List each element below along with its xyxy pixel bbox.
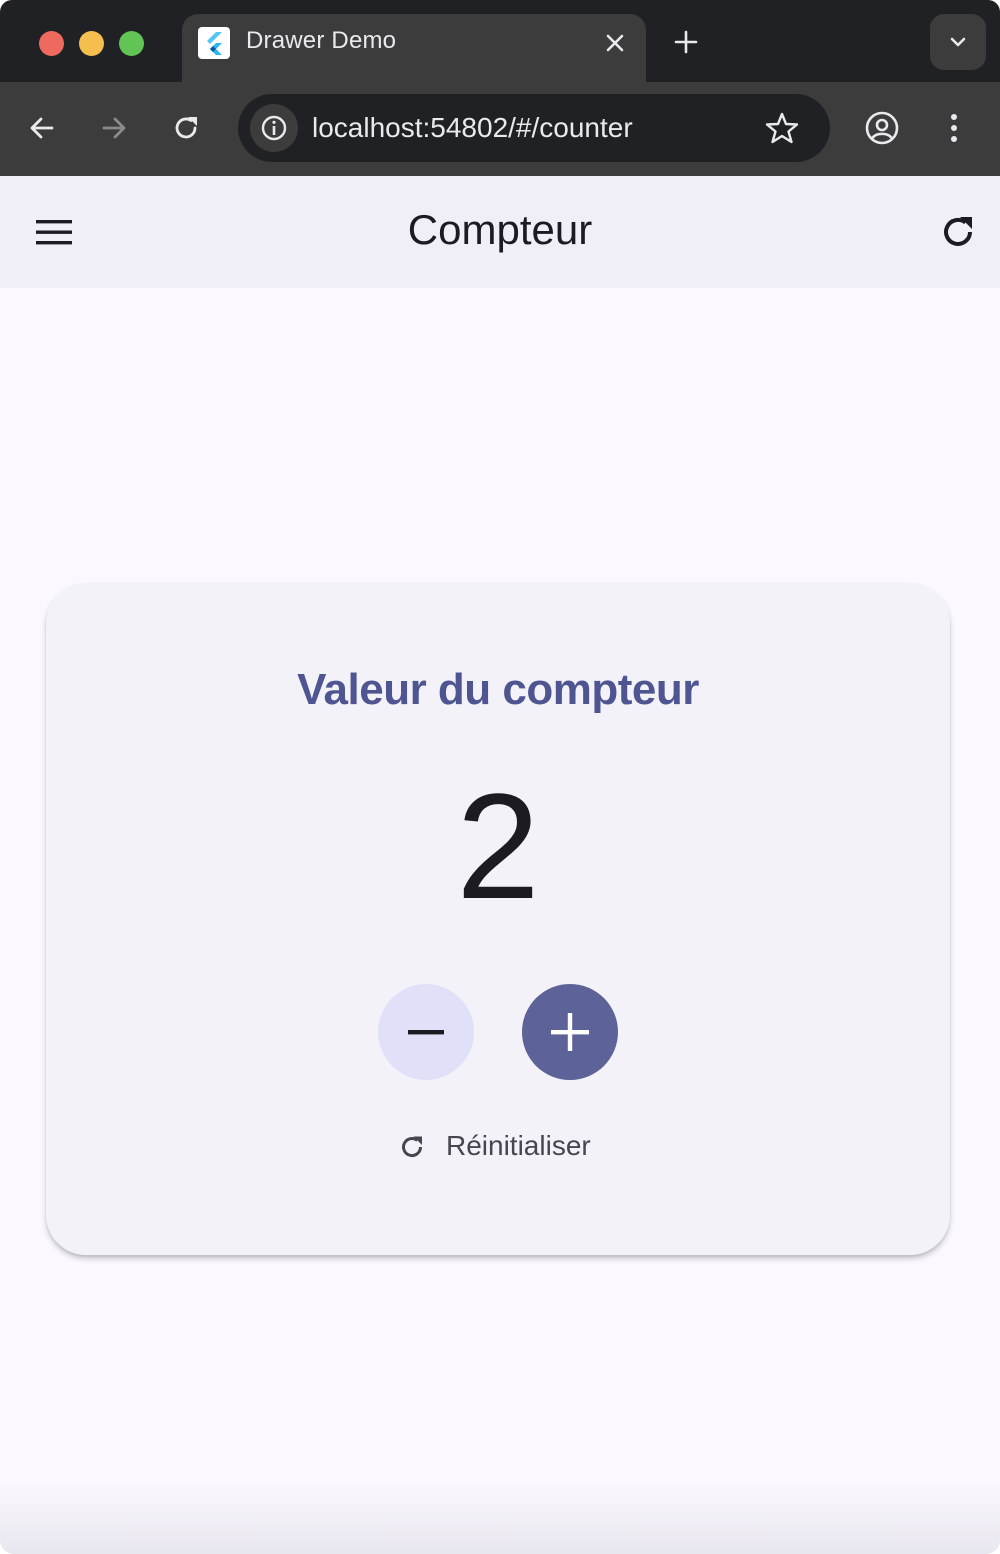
url-text[interactable]: localhost:54802/#/counter (312, 112, 633, 144)
browser-toolbar: localhost:54802/#/counter (0, 82, 1000, 176)
bottom-shadow (0, 1480, 1000, 1554)
bookmark-star-icon[interactable] (764, 110, 800, 151)
increment-button[interactable] (522, 984, 618, 1080)
counter-card: Valeur du compteur 2 Réinitialiser (46, 583, 950, 1255)
profile-icon[interactable] (862, 108, 902, 148)
close-tab-icon[interactable] (600, 28, 630, 58)
maximize-window-button[interactable] (119, 31, 144, 56)
more-vertical-icon[interactable] (934, 108, 974, 148)
flutter-favicon-icon (198, 27, 230, 59)
refresh-icon[interactable] (934, 208, 982, 256)
page-title: Compteur (407, 206, 593, 253)
new-tab-icon[interactable] (670, 26, 702, 58)
counter-value: 2 (456, 762, 540, 930)
tab-search-button[interactable] (930, 14, 986, 70)
back-arrow-icon[interactable] (22, 108, 62, 148)
minus-icon (408, 1030, 444, 1035)
browser-tab[interactable]: Drawer Demo (182, 14, 646, 82)
address-bar[interactable]: localhost:54802/#/counter (238, 94, 830, 162)
close-window-button[interactable] (39, 31, 64, 56)
site-info-icon[interactable] (250, 104, 298, 152)
plus-icon (551, 1013, 589, 1051)
minimize-window-button[interactable] (79, 31, 104, 56)
chevron-down-icon (950, 37, 966, 47)
reset-label: Réinitialiser (446, 1130, 591, 1161)
refresh-icon (402, 1136, 423, 1157)
forward-arrow-icon[interactable] (94, 108, 134, 148)
tab-strip: Drawer Demo (0, 0, 1000, 82)
card-title: Valeur du compteur (297, 665, 699, 714)
tab-title: Drawer Demo (246, 27, 397, 54)
reset-button[interactable]: Réinitialiser (392, 1123, 604, 1171)
browser-window: Drawer Demo localhost:54802/#/counter Co… (0, 0, 1000, 1554)
app-bar: Compteur (0, 176, 1000, 288)
reload-icon[interactable] (166, 108, 206, 148)
decrement-button[interactable] (378, 984, 474, 1080)
